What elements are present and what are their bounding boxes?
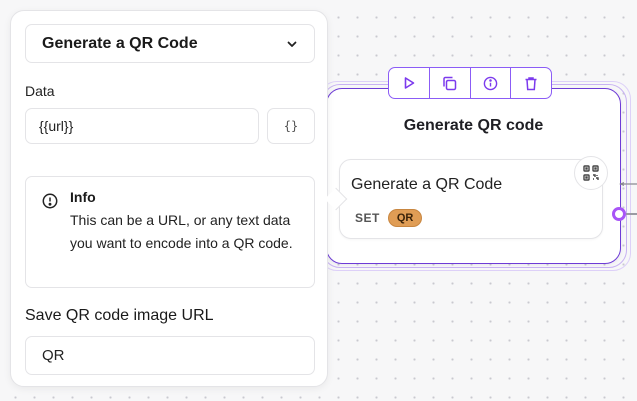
block-settings-panel: Generate a QR Code Data {{url}} {} Info … [10, 10, 348, 387]
variable-badge: QR [387, 209, 423, 227]
insert-variable-button[interactable]: {} [267, 108, 315, 144]
duplicate-button[interactable] [430, 68, 471, 98]
play-button[interactable] [389, 68, 430, 98]
info-title: Info [70, 189, 96, 205]
node-output-endpoint[interactable] [612, 207, 626, 221]
group-node-title[interactable]: Generate QR code [327, 117, 620, 135]
duplicate-icon [443, 76, 457, 90]
group-node[interactable]: Generate QR code Generate a QR Code SET … [326, 88, 621, 264]
block-type-select[interactable]: Generate a QR Code [25, 24, 315, 63]
outgoing-edge [626, 213, 637, 215]
qr-code-block[interactable]: Generate a QR Code SET QR [339, 159, 603, 239]
qr-code-icon [574, 156, 608, 190]
block-set-row: SET QR [355, 209, 423, 227]
block-type-select-value: Generate a QR Code [42, 34, 198, 52]
node-toolbar [388, 67, 552, 99]
delete-button[interactable] [511, 68, 551, 98]
data-input[interactable]: {{url}} [25, 108, 259, 144]
info-circle-icon [42, 193, 58, 209]
info-callout: Info This can be a URL, or any text data… [25, 176, 315, 288]
info-icon [483, 76, 498, 90]
info-button[interactable] [471, 68, 512, 98]
data-field-label: Data [25, 83, 55, 99]
incoming-edge-arrow [619, 182, 637, 186]
save-variable-select[interactable]: QR [25, 336, 315, 375]
save-variable-label: Save QR code image URL [25, 307, 214, 324]
info-text: This can be a URL, or any text data you … [70, 212, 293, 251]
set-label: SET [355, 211, 380, 225]
play-icon [404, 77, 415, 89]
trash-icon [525, 76, 537, 90]
chevron-down-icon [287, 41, 297, 47]
block-title: Generate a QR Code [351, 176, 503, 193]
